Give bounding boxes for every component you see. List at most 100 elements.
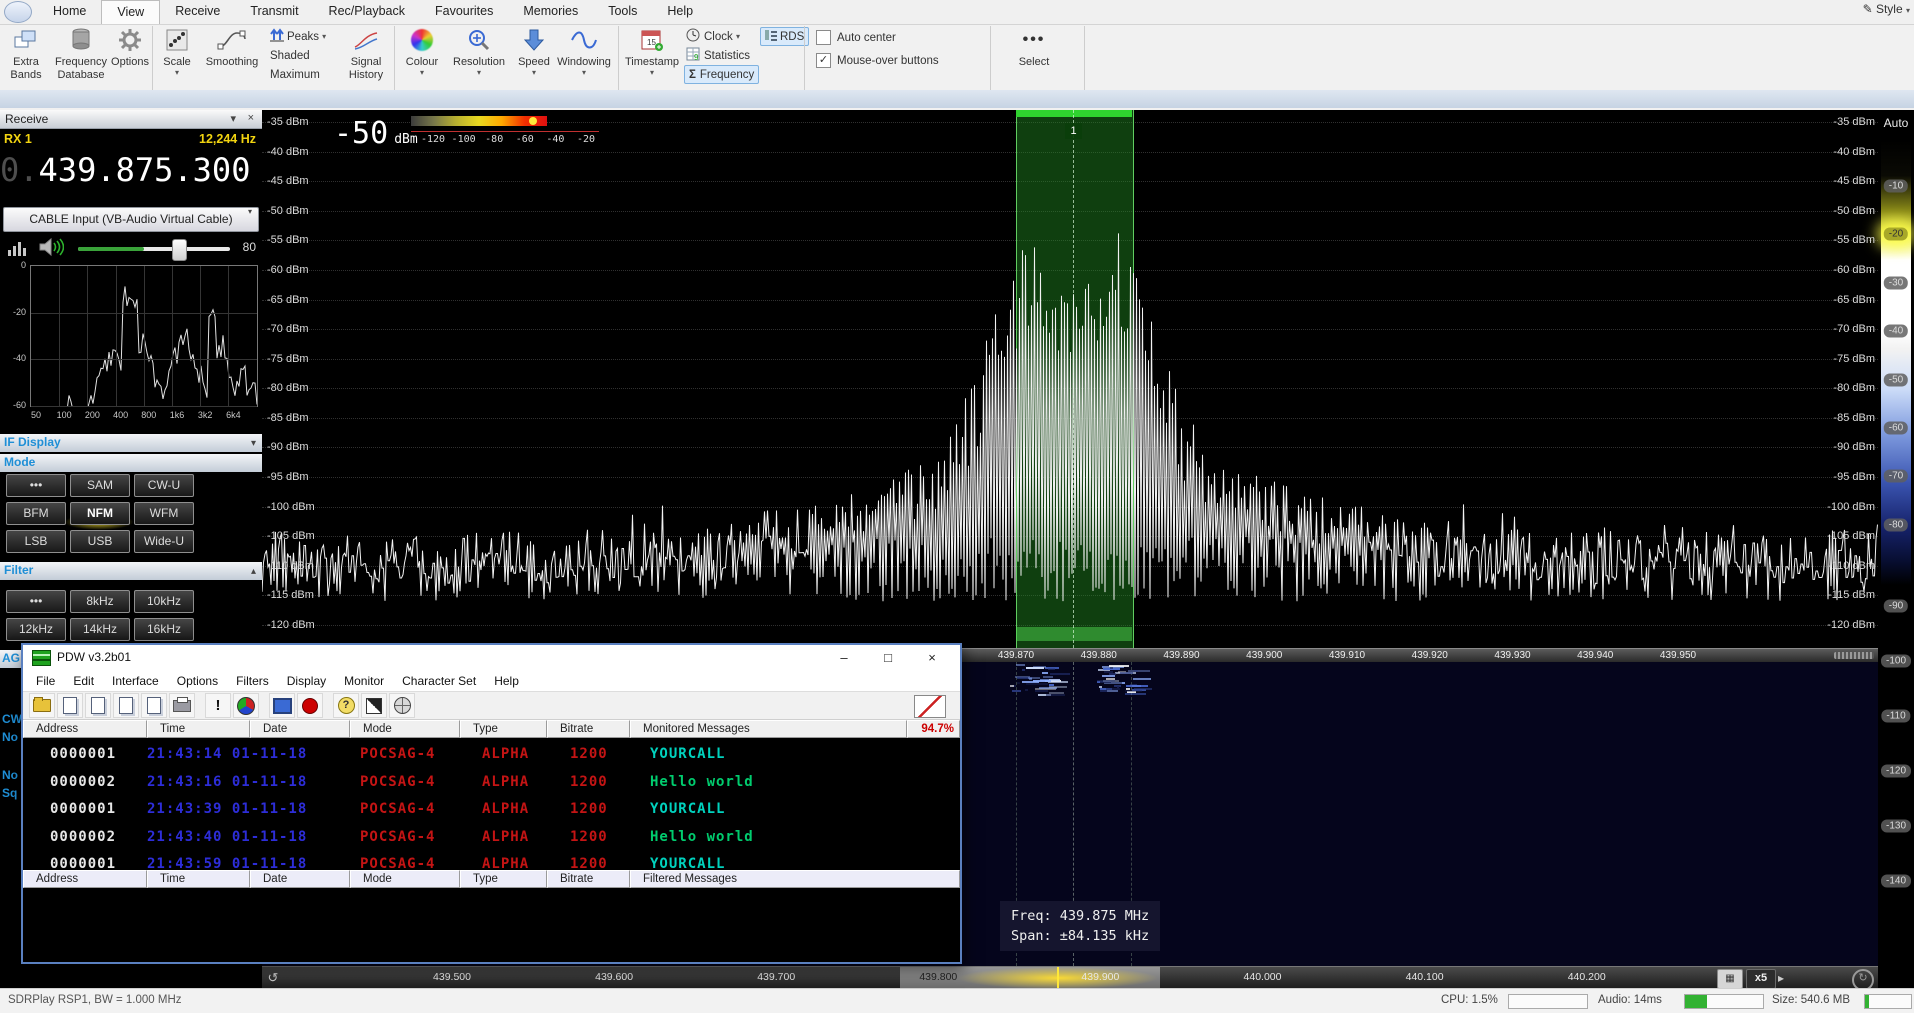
section-if-display[interactable]: IF Display ▾: [0, 434, 262, 452]
save-icon[interactable]: [141, 693, 167, 718]
band-frequency-scale[interactable]: 439.500439.600439.700439.800439.900440.0…: [262, 966, 1878, 989]
filtered-header-row[interactable]: AddressTimeDateModeTypeBitrateFiltered M…: [23, 870, 960, 888]
axis-scrollbar[interactable]: [1834, 652, 1874, 659]
pdw-menu-edit[interactable]: Edit: [64, 674, 103, 688]
frequency-display[interactable]: RX 1 12,244 Hz 0.439.875.300: [0, 129, 262, 205]
monitored-messages-area[interactable]: 000000121:43:14 01-11-18POCSAG-4ALPHA120…: [23, 738, 960, 870]
pdw-column-time[interactable]: Time: [147, 720, 250, 738]
options-button[interactable]: Options: [108, 26, 152, 69]
monitor-icon[interactable]: [269, 693, 295, 718]
pdw-message-row[interactable]: 000000121:43:59 01-11-18POCSAG-4ALPHA120…: [23, 856, 960, 870]
globe-icon[interactable]: [389, 693, 415, 718]
zoom-level-button[interactable]: x5: [1746, 969, 1776, 989]
rx-marker[interactable]: 1: [1065, 123, 1082, 139]
monitored-header-row[interactable]: AddressTimeDateModeTypeBitrateMonitored …: [23, 720, 960, 738]
filter-button-16kHz[interactable]: 16kHz: [134, 618, 194, 641]
volume-slider[interactable]: [78, 247, 230, 251]
maximum-button[interactable]: Maximum: [270, 66, 320, 83]
copy-icon[interactable]: [85, 693, 111, 718]
section-mode[interactable]: Mode: [0, 454, 262, 472]
mode-button-NFM[interactable]: NFM: [70, 502, 130, 525]
pdw-message-row[interactable]: 000000121:43:39 01-11-18POCSAG-4ALPHA120…: [23, 801, 960, 819]
smoothing-button[interactable]: Smoothing: [200, 26, 264, 69]
pdw-menu-interface[interactable]: Interface: [103, 674, 168, 688]
statistics-button[interactable]: 9 Statistics: [686, 47, 750, 64]
pdw-menu-file[interactable]: File: [27, 674, 64, 688]
spectrum-display[interactable]: 1 -50dBm -120-100-80-60-40-20 -35 dBm-35…: [262, 110, 1878, 648]
close-button[interactable]: ×: [916, 645, 948, 670]
pdw-message-row[interactable]: 000000221:43:16 01-11-18POCSAG-4ALPHA120…: [23, 774, 960, 792]
mode-button-BFM[interactable]: BFM: [6, 502, 66, 525]
section-filter[interactable]: Filter ▴: [0, 562, 262, 580]
invert-icon[interactable]: [361, 693, 387, 718]
mode-button-SAM[interactable]: SAM: [70, 474, 130, 497]
pdw-column-bitrate[interactable]: Bitrate: [547, 720, 630, 738]
range-tick--130[interactable]: -130: [1881, 820, 1911, 833]
tab-receive[interactable]: Receive: [160, 0, 235, 23]
range-tick--30[interactable]: -30: [1884, 276, 1908, 289]
tab-help[interactable]: Help: [652, 0, 708, 23]
range-tick--70[interactable]: -70: [1884, 470, 1908, 483]
collapse-icon[interactable]: ▾: [230, 112, 236, 125]
filter-button-10kHz[interactable]: 10kHz: [134, 590, 194, 613]
select-button[interactable]: ••• Select: [1004, 26, 1064, 69]
palette-marker-dot[interactable]: [529, 117, 537, 125]
mode-button-CWU[interactable]: CW-U: [134, 474, 194, 497]
filter-button-[interactable]: •••: [6, 590, 66, 613]
mode-button-USB[interactable]: USB: [70, 530, 130, 553]
keypad-icon[interactable]: ▦: [1717, 969, 1743, 989]
pdw-column-mode[interactable]: Mode: [350, 720, 460, 738]
tab-rec-playback[interactable]: Rec/Playback: [314, 0, 420, 23]
frequency-value[interactable]: 0.439.875.300: [0, 151, 262, 189]
style-button[interactable]: ✎ Style ▾: [1863, 2, 1910, 16]
pdw-menu-filters[interactable]: Filters: [227, 674, 278, 688]
frequency-database-button[interactable]: Frequency Database: [50, 26, 112, 81]
range-tick--120[interactable]: -120: [1881, 765, 1911, 778]
peaks-button[interactable]: Peaks ▾: [270, 28, 326, 45]
tab-favourites[interactable]: Favourites: [420, 0, 508, 23]
windowing-button[interactable]: Windowing ▾: [554, 26, 614, 77]
clock-button[interactable]: Clock ▾: [686, 28, 740, 45]
signal-scope-icon[interactable]: [914, 695, 946, 718]
resolution-button[interactable]: Resolution ▾: [448, 26, 510, 77]
scale-button[interactable]: Scale ▾: [156, 26, 198, 77]
pdw-menu-options[interactable]: Options: [168, 674, 227, 688]
range-tick--140[interactable]: -140: [1881, 875, 1911, 888]
pdw-window[interactable]: PDW v3.2b01 – □ × FileEditInterfaceOptio…: [21, 643, 962, 964]
maximize-button[interactable]: □: [872, 645, 904, 670]
range-tick--110[interactable]: -110: [1881, 710, 1910, 723]
alert-icon[interactable]: !: [205, 693, 231, 718]
pdw-message-row[interactable]: 000000121:43:14 01-11-18POCSAG-4ALPHA120…: [23, 746, 960, 764]
pdw-menu-character-set[interactable]: Character Set: [393, 674, 485, 688]
pdw-message-row[interactable]: 000000221:43:40 01-11-18POCSAG-4ALPHA120…: [23, 829, 960, 847]
filter-button-12kHz[interactable]: 12kHz: [6, 618, 66, 641]
colour-button[interactable]: Colour ▾: [400, 26, 444, 77]
filtered-messages-area[interactable]: [23, 888, 960, 962]
tab-transmit[interactable]: Transmit: [235, 0, 313, 23]
filter-button-8kHz[interactable]: 8kHz: [70, 590, 130, 613]
pdw-column-date[interactable]: Date: [250, 870, 350, 888]
minimize-button[interactable]: –: [828, 645, 860, 670]
range-tick--90[interactable]: -90: [1884, 600, 1908, 613]
speed-button[interactable]: Speed ▾: [514, 26, 554, 77]
mode-button-WideU[interactable]: Wide-U: [134, 530, 194, 553]
tab-memories[interactable]: Memories: [508, 0, 593, 23]
frequency-toggle-button[interactable]: Σ Frequency: [684, 65, 759, 84]
range-tick--20[interactable]: -20: [1884, 228, 1908, 241]
pdw-title-bar[interactable]: PDW v3.2b01 – □ ×: [23, 645, 960, 670]
pan-right-icon[interactable]: ▸: [1778, 969, 1784, 987]
pdw-column-date[interactable]: Date: [250, 720, 350, 738]
pdw-menu-monitor[interactable]: Monitor: [335, 674, 393, 688]
tab-home[interactable]: Home: [38, 0, 101, 23]
range-tick--50[interactable]: -50: [1884, 373, 1908, 386]
mode-button-LSB[interactable]: LSB: [6, 530, 66, 553]
tab-tools[interactable]: Tools: [593, 0, 652, 23]
close-icon[interactable]: ×: [248, 112, 254, 124]
volume-thumb[interactable]: [172, 239, 187, 261]
timestamp-button[interactable]: 15 Timestamp ▾: [624, 26, 680, 77]
audio-device-select[interactable]: CABLE Input (VB-Audio Virtual Cable) ▾: [3, 207, 259, 232]
pdw-column-bitrate[interactable]: Bitrate: [547, 870, 630, 888]
pdw-column-type[interactable]: Type: [460, 870, 547, 888]
range-tick--80[interactable]: -80: [1884, 518, 1908, 531]
mode-button-[interactable]: •••: [6, 474, 66, 497]
